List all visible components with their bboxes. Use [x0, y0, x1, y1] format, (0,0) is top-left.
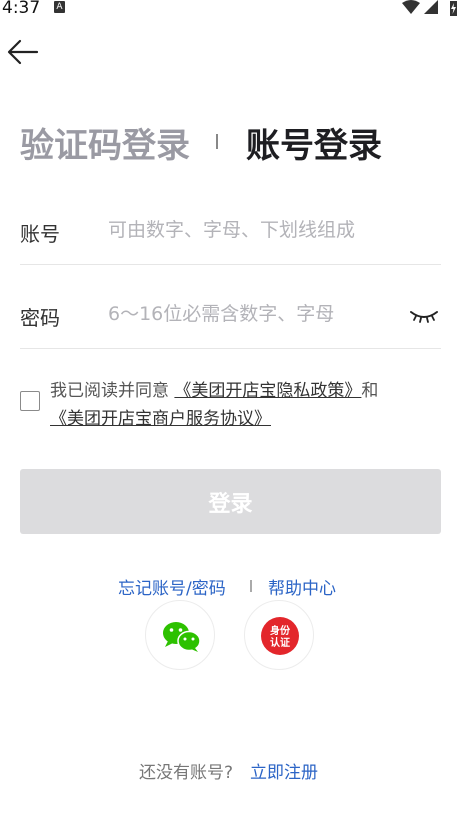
wifi-icon — [402, 0, 420, 14]
agreement-checkbox[interactable] — [20, 391, 40, 411]
password-visibility-toggle[interactable] — [409, 306, 439, 326]
wechat-login-button[interactable] — [145, 600, 215, 670]
tab-sms-login[interactable]: 验证码登录 — [20, 118, 190, 167]
account-label: 账号 — [20, 222, 60, 246]
status-bar: 4:37 A — [0, 0, 458, 22]
service-agreement-link[interactable]: 《美团开店宝商户服务协议》 — [50, 409, 271, 429]
identity-auth-icon: 身份 认证 — [261, 617, 299, 655]
agreement-text: 我已阅读并同意 《美团开店宝隐私政策》和 《美团开店宝商户服务协议》 — [50, 377, 450, 433]
identity-icon-text-2: 认证 — [270, 636, 290, 649]
eye-closed-icon — [410, 311, 438, 323]
privacy-policy-link[interactable]: 《美团开店宝隐私政策》 — [174, 381, 361, 401]
back-button[interactable] — [6, 38, 40, 66]
battery-icon — [450, 1, 457, 16]
wechat-icon — [163, 622, 201, 652]
help-center-link[interactable]: 帮助中心 — [268, 574, 336, 599]
identity-icon-text-1: 身份 — [270, 624, 291, 637]
password-input[interactable] — [108, 299, 398, 329]
password-field: 密码 — [20, 264, 441, 349]
help-divider — [250, 580, 252, 592]
login-button[interactable]: 登录 — [20, 469, 441, 534]
forgot-password-link[interactable]: 忘记账号/密码 — [118, 574, 226, 599]
notification-icon: A — [54, 1, 65, 13]
agreement-prefix: 我已阅读并同意 — [50, 381, 169, 401]
account-field: 账号 — [20, 180, 441, 265]
agreement-and: 和 — [361, 381, 379, 401]
help-links: 忘记账号/密码 帮助中心 — [0, 574, 458, 599]
identity-auth-button[interactable]: 身份 认证 — [244, 600, 314, 670]
account-input[interactable] — [108, 215, 398, 245]
signal-icon — [424, 0, 438, 14]
back-arrow-icon — [7, 39, 39, 65]
register-link[interactable]: 立即注册 — [250, 758, 318, 783]
tab-divider — [216, 134, 218, 149]
status-time: 4:37 — [2, 0, 41, 18]
tab-account-login[interactable]: 账号登录 — [246, 118, 382, 167]
register-prompt: 还没有账号? — [139, 763, 234, 783]
password-label: 密码 — [20, 306, 60, 330]
